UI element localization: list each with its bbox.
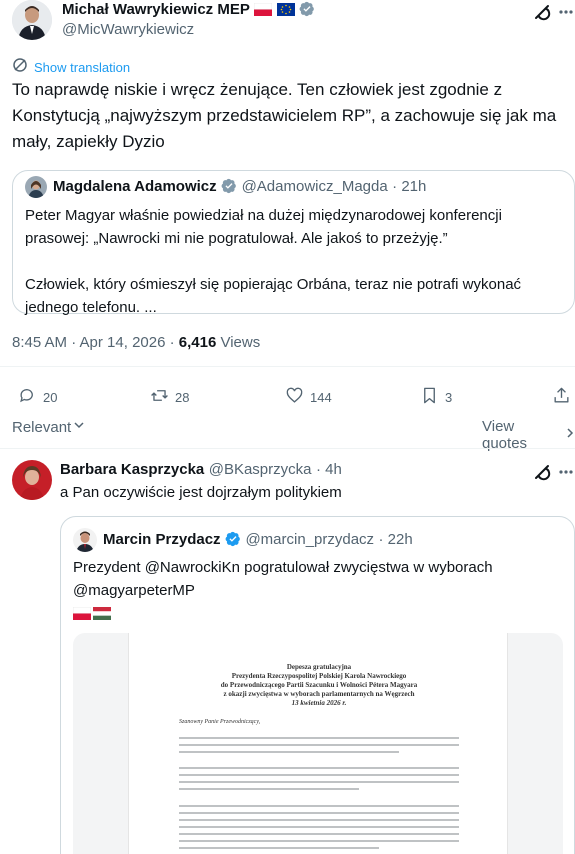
like-button[interactable]: 144 (285, 386, 332, 408)
document-image[interactable]: Depesza gratulacyjna Prezydenta Rzeczypo… (73, 633, 563, 854)
avatar-przydacz (73, 528, 97, 552)
document-subtitle: z okazji zwycięstwa w wyborach parlament… (223, 690, 415, 698)
quoted-text-line: @magyarpeterMP (73, 582, 195, 599)
reply-author-name[interactable]: Barbara Kasprzycka (60, 461, 204, 478)
quoted-author-handle: @marcin_przydacz (245, 531, 375, 548)
view-quotes-label: View quotes (482, 418, 528, 452)
like-icon (285, 386, 304, 408)
document-subtitle: do Przewodniczącego Partii Szacunku i Wo… (220, 681, 418, 689)
sort-dropdown[interactable]: Relevant (12, 418, 85, 436)
share-button[interactable] (552, 386, 571, 408)
like-count: 144 (310, 389, 332, 405)
tweet-text-line: To naprawdę niskie i wręcz żenujące. Ten… (12, 80, 503, 99)
quoted-tweet-time: · 22h (378, 531, 413, 548)
share-icon (552, 386, 571, 408)
quoted-text-line: Człowiek, który ośmieszył się popierając… (25, 276, 522, 293)
tweet-text: To naprawdę niskie i wręcz żenujące. Ten… (12, 77, 567, 155)
quoted-tweet[interactable]: Marcin Przydacz @marcin_przydacz · 22h P… (60, 516, 575, 854)
chevron-down-icon (73, 418, 85, 436)
quoted-text-line: Prezydent @NawrockiKn pogratulował zwyci… (73, 559, 493, 576)
tweet-text-line: mały, zapiekły Dyzio (12, 132, 165, 151)
more-menu-icon[interactable] (558, 4, 574, 20)
quoted-author-name: Magdalena Adamowicz (53, 178, 217, 195)
reply-icon (18, 386, 37, 408)
eu-flag-icon (276, 3, 295, 21)
verified-badge-icon (299, 1, 315, 18)
view-quotes-link[interactable]: View quotes (482, 418, 575, 452)
poland-flag-icon (254, 2, 273, 21)
tweet-meta: 8:45 AM · Apr 14, 2026 · 6,416 Views (12, 334, 260, 351)
document-subtitle: Prezydenta Rzeczypospolitej Polskiej Kar… (231, 672, 407, 680)
document-page: Depesza gratulacyjna Prezydenta Rzeczypo… (128, 633, 508, 854)
quoted-tweet[interactable]: Magdalena Adamowicz @Adamowicz_Magda · 2… (12, 170, 575, 316)
tweet-text-line: Konstytucją „najwyższym przedstawicielem… (12, 106, 557, 125)
hungary-flag-icon (93, 604, 111, 627)
verified-badge-icon (225, 531, 241, 548)
reply-text: a Pan oczywiście jest dojrzałym polityki… (60, 484, 342, 501)
poland-flag-icon (72, 604, 92, 627)
reply-button[interactable]: 20 (18, 386, 57, 408)
document-date: 13 kwietnia 2026 r. (291, 699, 347, 707)
divider (0, 366, 575, 367)
quoted-author-handle: @Adamowicz_Magda (241, 178, 388, 195)
quoted-author-name: Marcin Przydacz (103, 531, 221, 548)
views-count: 6,416 (178, 334, 217, 351)
bookmark-button[interactable]: 3 (420, 386, 452, 408)
grok-icon[interactable] (532, 462, 552, 482)
tweet-timestamp[interactable]: 8:45 AM · Apr 14, 2026 · (12, 334, 179, 351)
author-handle[interactable]: @MicWawrykiewicz (62, 21, 194, 38)
chevron-right-icon (565, 426, 575, 444)
avatar-kasprzycka[interactable] (12, 460, 52, 500)
quoted-text-line: prasowej: „Nawrocki mi nie pogratulował.… (25, 230, 448, 247)
repost-button[interactable]: 28 (150, 386, 189, 408)
repost-count: 28 (175, 389, 190, 405)
reply-count: 20 (43, 389, 58, 405)
quoted-tweet-time: · 21h (392, 178, 427, 195)
document-title: Depesza gratulacyjna (286, 663, 352, 671)
translate-icon (12, 57, 28, 78)
reply-author-handle[interactable]: @BKasprzycka (209, 461, 312, 478)
divider (0, 448, 575, 449)
verified-badge-icon (221, 178, 237, 195)
repost-icon (150, 386, 169, 408)
more-menu-icon[interactable] (558, 464, 574, 480)
avatar-adamowicz (25, 176, 47, 198)
quoted-text-line: Peter Magyar właśnie powiedział na dużej… (25, 207, 502, 224)
sort-label: Relevant (12, 418, 72, 436)
quoted-text-line: jednego telefonu. ... (25, 299, 157, 316)
bookmark-icon (420, 386, 439, 408)
views-label: Views (216, 334, 261, 351)
reply-time[interactable]: · 4h (316, 461, 342, 478)
document-greeting: Szanowny Panie Przewodniczący, (179, 719, 261, 725)
grok-icon[interactable] (532, 2, 552, 22)
avatar-wawrykiewicz[interactable] (12, 0, 52, 40)
author-name[interactable]: Michał Wawrykiewicz MEP (62, 1, 250, 18)
bookmark-count: 3 (445, 389, 453, 405)
show-translation-link[interactable]: Show translation (34, 60, 130, 75)
